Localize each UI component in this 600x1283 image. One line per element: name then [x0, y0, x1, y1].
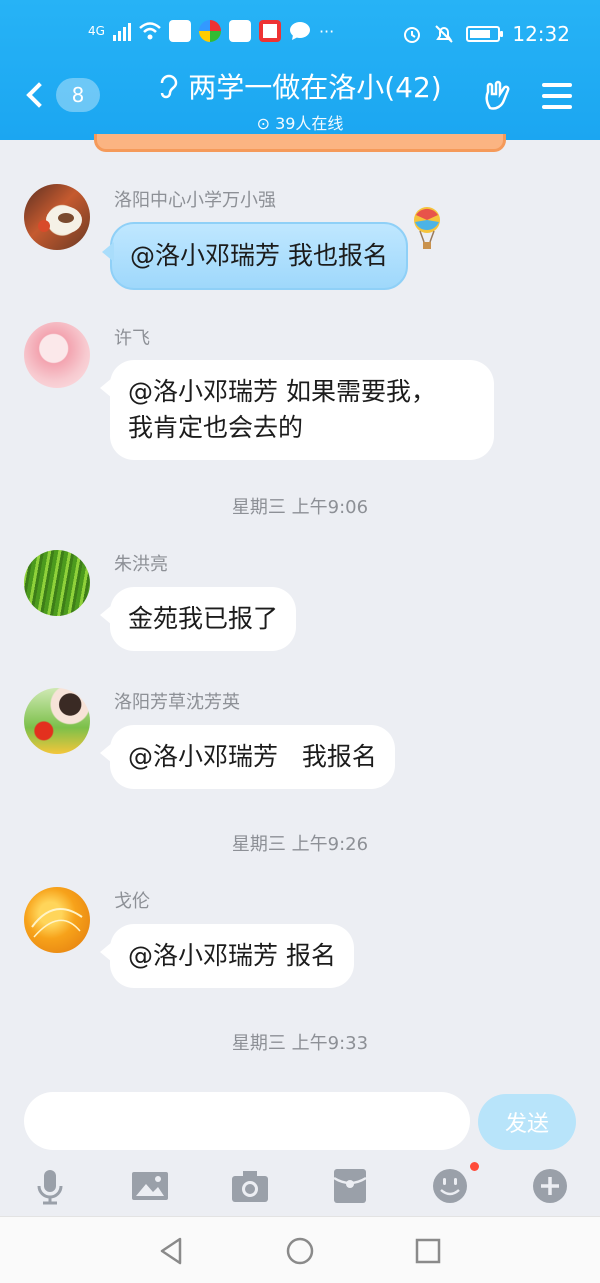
message-icon: [289, 22, 310, 40]
message-text-line-2: 我肯定也会去的: [128, 413, 304, 442]
ear-icon: [161, 74, 178, 99]
sender-name: 许飞: [114, 328, 150, 349]
wifi-icon: [139, 22, 161, 40]
microphone-icon[interactable]: [30, 1166, 70, 1206]
chat-title: 两学一做在洛小(42): [188, 71, 442, 104]
image-icon[interactable]: [130, 1166, 170, 1206]
timestamp: 星期三 上午9:06: [231, 497, 369, 518]
message-text: @洛小邓瑞芳 我也报名: [130, 241, 388, 270]
send-button[interactable]: 发送: [478, 1094, 576, 1150]
timestamp: 星期三 上午9:26: [231, 834, 369, 855]
message-input[interactable]: [24, 1092, 470, 1150]
mute-icon: [435, 25, 454, 43]
menu-icon[interactable]: [542, 83, 572, 109]
signal-icon: [112, 21, 131, 41]
avatar[interactable]: [24, 322, 90, 388]
header: 4G ··· 12:32 8 两学一做在洛小(42) ⊙ 39人在线: [0, 0, 600, 140]
avatar[interactable]: [24, 887, 90, 953]
alarm-icon: [404, 27, 421, 43]
status-right: 12:32: [402, 22, 570, 46]
chat-title-row: 两学一做在洛小(42): [158, 66, 442, 106]
sender-name: 洛阳中心小学万小强: [114, 190, 276, 211]
message-text-line-1: @洛小邓瑞芳 如果需要我，: [128, 377, 436, 406]
online-status: ⊙ 39人在线: [0, 110, 600, 134]
sender-name: 戈伦: [114, 891, 150, 912]
baidu-app-icon: [168, 20, 191, 42]
avatar[interactable]: [24, 550, 90, 616]
nav-recents-icon[interactable]: [412, 1235, 444, 1267]
camera-icon[interactable]: [230, 1166, 270, 1206]
plus-icon[interactable]: [530, 1166, 570, 1206]
message-bubble[interactable]: @洛小邓瑞芳 报名: [100, 924, 354, 988]
battery-icon: [466, 26, 504, 42]
message-bubble[interactable]: @洛小邓瑞芳 我也报名: [102, 222, 408, 290]
input-row: 发送: [0, 1090, 600, 1154]
colorful-app-icon: [198, 20, 221, 42]
status-bar: 4G ··· 12:32: [0, 18, 600, 52]
online-check-icon: ⊙: [256, 114, 270, 133]
header-actions: [482, 80, 572, 112]
message-text: @洛小邓瑞芳 报名: [128, 941, 336, 970]
nav-home-icon[interactable]: [284, 1235, 316, 1267]
message-text: @洛小邓瑞芳 我报名: [128, 742, 377, 771]
emoji-icon[interactable]: [430, 1166, 470, 1206]
message-bubble[interactable]: @洛小邓瑞芳 如果需要我， 我肯定也会去的: [100, 360, 494, 460]
abstract-swirl-icon: [31, 908, 83, 938]
alipay-icon: [228, 20, 251, 42]
online-count: 39人在线: [275, 114, 344, 133]
timestamp: 星期三 上午9:33: [231, 1033, 369, 1054]
message-text: 金苑我已报了: [128, 604, 279, 633]
status-left: 4G ···: [88, 20, 334, 42]
clock: 12:32: [512, 22, 570, 46]
food-icon: [38, 206, 82, 234]
book-app-icon: [258, 20, 281, 42]
more-notifications: ···: [318, 21, 335, 41]
nav-back-icon[interactable]: [156, 1235, 188, 1267]
chat-screen: 4G ··· 12:32 8 两学一做在洛小(42) ⊙ 39人在线 洛阳中心小…: [0, 0, 600, 1283]
sender-name: 朱洪亮: [114, 554, 168, 575]
message-bubble[interactable]: 金苑我已报了: [99, 587, 297, 651]
system-nav-bar: [0, 1216, 600, 1283]
notification-dot: [470, 1162, 479, 1171]
sender-name: 洛阳芳草沈芳英: [114, 692, 240, 713]
avatar[interactable]: [24, 688, 90, 754]
message-bubble[interactable]: @洛小邓瑞芳 我报名: [100, 725, 395, 789]
hot-air-balloon-icon: [414, 207, 440, 249]
network-label: 4G: [88, 24, 105, 38]
banner-strip[interactable]: [94, 134, 506, 152]
hand-gesture-icon[interactable]: [482, 80, 514, 112]
red-packet-icon[interactable]: [330, 1166, 370, 1206]
avatar[interactable]: [24, 184, 90, 250]
input-toolbar: [0, 1160, 600, 1212]
